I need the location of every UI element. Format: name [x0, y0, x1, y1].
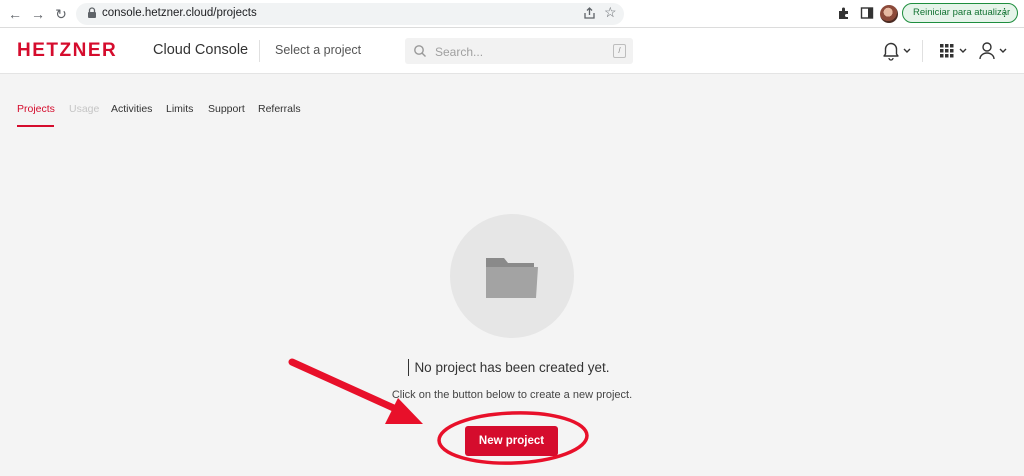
active-tab-indicator [17, 125, 54, 127]
update-label: Reiniciar para atualizar [913, 7, 1011, 18]
tab-support[interactable]: Support [208, 103, 245, 115]
tab-projects[interactable]: Projects [17, 103, 55, 115]
search-box[interactable]: / [405, 38, 633, 64]
url-text: console.hetzner.cloud/projects [102, 7, 257, 19]
header-divider-right [922, 40, 923, 62]
back-arrow-icon[interactable]: ← [6, 5, 24, 23]
empty-state-subtitle: Click on the button below to create a ne… [391, 389, 633, 401]
search-shortcut-hint: / [613, 44, 626, 58]
folder-icon [486, 258, 538, 298]
browser-toolbar: ← → ↻ console.hetzner.cloud/projects ☆ R… [0, 0, 1024, 28]
bookmark-star-icon[interactable]: ☆ [604, 4, 617, 21]
profile-avatar[interactable] [880, 5, 898, 23]
search-input[interactable] [433, 42, 607, 62]
update-button[interactable]: Reiniciar para atualizar ⋮ [902, 3, 1018, 23]
console-title: Cloud Console [153, 42, 249, 58]
new-project-button[interactable]: New project [465, 426, 558, 456]
user-account-icon[interactable] [978, 40, 1010, 62]
tab-usage: Usage [69, 103, 100, 115]
hetzner-logo[interactable]: HETZNER [17, 40, 117, 62]
share-icon[interactable] [582, 6, 597, 21]
address-bar[interactable]: console.hetzner.cloud/projects ☆ [76, 3, 624, 25]
notifications-bell-icon[interactable] [880, 40, 914, 62]
search-icon [414, 45, 426, 57]
kebab-menu-icon: ⋮ [999, 7, 1010, 19]
apps-grid-icon[interactable] [939, 40, 969, 62]
reload-icon[interactable]: ↻ [52, 5, 70, 23]
lock-icon [88, 7, 96, 18]
extensions-puzzle-icon[interactable] [836, 5, 852, 21]
empty-state-title: No project has been created yet. [414, 360, 610, 375]
tab-limits[interactable]: Limits [166, 103, 193, 115]
tab-activities[interactable]: Activities [111, 103, 152, 115]
header-divider [259, 40, 260, 62]
side-panel-icon[interactable] [859, 5, 875, 21]
tab-referrals[interactable]: Referrals [258, 103, 301, 115]
project-selector[interactable]: Select a project [275, 43, 361, 57]
forward-arrow-icon[interactable]: → [29, 5, 47, 23]
app-header: HETZNER Cloud Console Select a project / [0, 28, 1024, 74]
